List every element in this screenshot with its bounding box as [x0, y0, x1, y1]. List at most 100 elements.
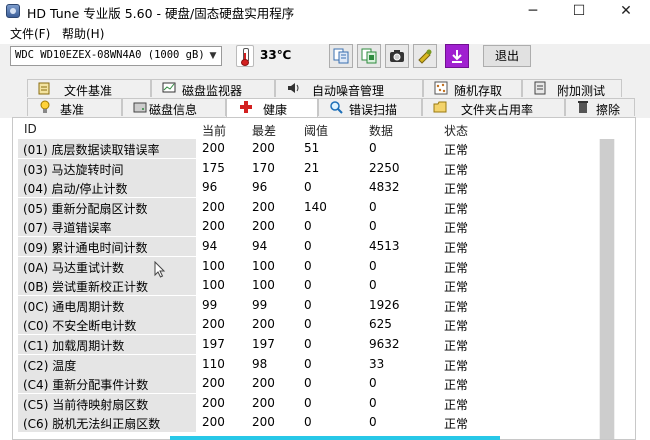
cell-data: 1926	[369, 297, 400, 312]
col-header-data[interactable]: 数据	[369, 122, 393, 139]
tab-folder-usage[interactable]: 文件夹占用率	[422, 98, 565, 117]
file-benchmark-icon	[38, 81, 52, 95]
cell-data: 0	[369, 219, 377, 234]
cell-id-bg: (0B) 尝试重新校正计数	[18, 276, 196, 296]
cell-worst: 200	[252, 395, 275, 410]
app-icon	[6, 4, 20, 18]
tab-disk-monitor[interactable]: 磁盘监视器	[151, 79, 275, 98]
vertical-scrollbar[interactable]	[599, 139, 615, 439]
col-header-id[interactable]: ID	[24, 122, 37, 136]
cell-id: (09) 累计通电时间计数	[23, 241, 148, 255]
save-button[interactable]	[445, 44, 469, 68]
cell-status: 正常	[444, 143, 469, 157]
tab-label: 错误扫描	[349, 103, 398, 117]
table-row[interactable]: (C0) 不安全断电计数 200 200 0 625 正常	[18, 315, 598, 335]
table-row[interactable]: (0C) 通电周期计数 99 99 0 1926 正常	[18, 295, 598, 315]
cell-id: (C2) 温度	[23, 358, 77, 373]
cell-id-bg: (09) 累计通电时间计数	[18, 237, 196, 256]
screenshot-button[interactable]	[385, 44, 409, 68]
tab-extra-tests[interactable]: 附加测试	[522, 79, 622, 98]
tab-health[interactable]: 健康	[226, 98, 318, 118]
cell-worst: 98	[252, 356, 268, 371]
cell-id-bg: (C1) 加载周期计数	[18, 335, 196, 354]
cell-id: (C6) 脱机无法纠正扇区数	[23, 417, 161, 432]
cell-id-bg: (07) 寻道错误率	[18, 217, 196, 237]
scroll-thumb[interactable]	[600, 139, 614, 439]
cell-id-bg: (0A) 马达重试计数	[18, 256, 196, 276]
cell-id: (0C) 通电周期计数	[23, 299, 125, 314]
table-row[interactable]: (03) 马达旋转时间 175 170 21 2250 正常	[18, 158, 598, 178]
benchmark-icon	[38, 100, 52, 114]
col-header-current[interactable]: 当前	[202, 122, 226, 139]
cell-status: 正常	[444, 241, 469, 255]
cell-threshold: 0	[304, 376, 312, 391]
mouse-cursor-icon	[154, 261, 166, 278]
copy-screenshot-icon	[361, 48, 377, 64]
smart-table: ID 当前 最差 阈值 数据 状态 (01) 底层数据读取错误率 200 200 51…	[18, 120, 598, 440]
copy-screenshot-button[interactable]	[357, 44, 381, 68]
tab-error-scan[interactable]: 错误扫描	[318, 98, 422, 117]
options-button[interactable]	[413, 44, 437, 68]
maximize-button[interactable]: ☐	[556, 0, 602, 24]
table-row[interactable]: (C5) 当前待映射扇区数 200 200 0 0 正常	[18, 393, 598, 413]
copy-info-button[interactable]	[329, 44, 353, 68]
col-header-threshold[interactable]: 阈值	[304, 122, 328, 139]
cell-id-bg: (05) 重新分配扇区计数	[18, 197, 196, 217]
cell-current: 200	[202, 317, 225, 332]
cell-id-bg: (01) 底层数据读取错误率	[18, 139, 196, 158]
cell-worst: 200	[252, 317, 275, 332]
close-button[interactable]: ✕	[603, 0, 649, 24]
cell-data: 0	[369, 278, 377, 293]
cell-current: 175	[202, 160, 225, 175]
cell-data: 33	[369, 356, 385, 371]
cell-current: 100	[202, 258, 225, 273]
cell-id: (C1) 加载周期计数	[23, 339, 125, 353]
table-row[interactable]: (01) 底层数据读取错误率 200 200 51 0 正常	[18, 139, 598, 158]
table-row[interactable]: (0A) 马达重试计数 100 100 0 0 正常	[18, 256, 598, 276]
cell-threshold: 0	[304, 395, 312, 410]
tab-label: 擦除	[596, 103, 621, 117]
cell-id: (C0) 不安全断电计数	[23, 319, 137, 334]
tab-random-access[interactable]: 随机存取	[423, 79, 522, 98]
cell-id-bg: (03) 马达旋转时间	[18, 158, 196, 178]
table-row[interactable]: (07) 寻道错误率 200 200 0 0 正常	[18, 217, 598, 237]
menu-file[interactable]: 文件(F)	[10, 25, 50, 42]
menu-help[interactable]: 帮助(H)	[62, 25, 104, 42]
cell-threshold: 0	[304, 297, 312, 312]
table-row[interactable]: (C2) 温度 110 98 0 33 正常	[18, 354, 598, 374]
table-row[interactable]: (C6) 脱机无法纠正扇区数 200 200 0 0 正常	[18, 413, 598, 433]
cell-id-bg: (C5) 当前待映射扇区数	[18, 393, 196, 413]
cell-id-bg: (04) 启动/停止计数	[18, 178, 196, 198]
tab-disk-info[interactable]: 磁盘信息	[122, 98, 226, 117]
table-row[interactable]: (09) 累计通电时间计数 94 94 0 4513 正常	[18, 237, 598, 256]
table-row[interactable]: (0B) 尝试重新校正计数 100 100 0 0 正常	[18, 276, 598, 296]
save-download-icon	[452, 50, 462, 63]
cell-threshold: 0	[304, 356, 312, 371]
drive-select[interactable]: WDC WD10EZEX-08WN4A0 (1000 gB) ▼	[10, 46, 222, 66]
table-row[interactable]: (C1) 加载周期计数 197 197 0 9632 正常	[18, 335, 598, 354]
col-header-worst[interactable]: 最差	[252, 122, 276, 139]
table-row[interactable]: (05) 重新分配扇区计数 200 200 140 0 正常	[18, 197, 598, 217]
chevron-down-icon[interactable]: ▼	[205, 47, 221, 65]
table-row[interactable]: (04) 启动/停止计数 96 96 0 4832 正常	[18, 178, 598, 198]
tab-label: 磁盘监视器	[182, 84, 243, 98]
cell-threshold: 0	[304, 239, 312, 253]
tab-label: 基准	[60, 103, 85, 117]
tab-erase[interactable]: 擦除	[565, 98, 635, 117]
exit-button[interactable]: 退出	[483, 45, 531, 67]
tab-aam[interactable]: 自动噪音管理	[275, 79, 423, 98]
tab-benchmark[interactable]: 基准	[27, 98, 122, 117]
table-row[interactable]: (C4) 重新分配事件计数 200 200 0 0 正常	[18, 374, 598, 394]
erase-icon	[576, 100, 590, 114]
cell-data: 0	[369, 141, 377, 155]
cell-threshold: 0	[304, 317, 312, 332]
cell-threshold: 0	[304, 219, 312, 234]
tab-label: 健康	[263, 103, 288, 117]
copy-info-icon	[333, 48, 349, 64]
cell-threshold: 0	[304, 415, 312, 430]
col-header-status[interactable]: 状态	[444, 122, 468, 139]
cell-worst: 99	[252, 297, 268, 312]
minimize-button[interactable]: ─	[510, 0, 556, 24]
tab-file-benchmark[interactable]: 文件基准	[27, 79, 151, 98]
cell-threshold: 140	[304, 199, 327, 214]
